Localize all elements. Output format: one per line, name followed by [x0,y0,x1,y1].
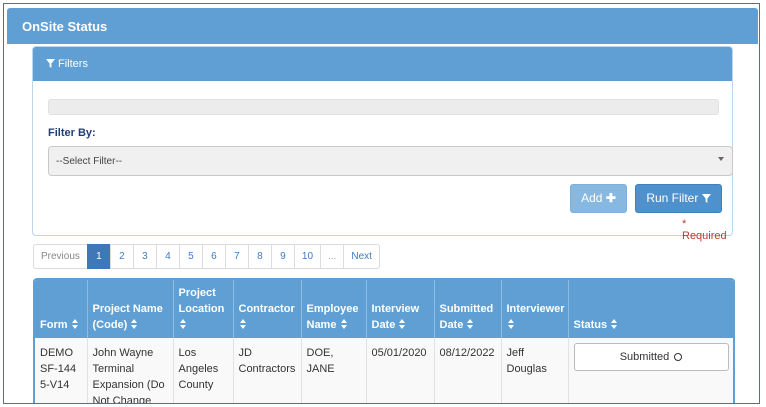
filter-by-label: Filter By: [48,127,96,139]
filter-tags-bar [48,99,719,115]
pagination-previous[interactable]: Previous [33,244,88,269]
table-header-row: Form Project Name (Code) Project Locatio… [35,280,733,338]
plus-icon: ✚ [605,191,616,205]
column-label: Submitted Date [439,303,494,331]
filters-panel: Filters Filter By: --Select Filter-- Add… [32,46,733,242]
pagination-page-8[interactable]: 8 [247,244,272,269]
app-window: OnSite Status Filters Filter By: --Selec… [3,3,760,404]
column-header-interviewer[interactable]: Interviewer [501,280,569,338]
column-label: Employee Name [306,303,359,331]
cell-project-name: John Wayne Terminal Expansion (Do Not Ch… [87,338,174,403]
onsite-table: Form Project Name (Code) Project Locatio… [33,278,735,403]
filter-select-value: --Select Filter-- [56,156,123,167]
cell-form: DEMO SF-1445-V14 [35,338,88,403]
status-label: Submitted [619,351,670,363]
sort-icon [131,319,138,329]
column-label: Project Name (Code) [92,303,163,331]
filters-title: Filters [58,58,88,70]
cell-status: Submitted [568,338,733,403]
filter-icon [701,194,711,203]
column-header-submitted-date[interactable]: Submitted Date [434,280,502,338]
pagination-page-7[interactable]: 7 [224,244,249,269]
pagination-page-1[interactable]: 1 [86,244,111,269]
cell-project-location: Los Angeles County [173,338,234,403]
add-button-label: Add [581,191,603,205]
filter-icon [46,59,55,68]
column-label: Status [573,319,608,331]
cell-employee-name: DOE, JANE [301,338,367,403]
required-note: * Required [682,218,727,242]
page-title: OnSite Status [22,19,108,34]
column-header-status[interactable]: Status [568,280,733,338]
caret-down-icon [718,157,724,161]
column-label: Interviewer [506,303,565,315]
add-filter-button[interactable]: Add ✚ [570,184,627,213]
pagination-page-9[interactable]: 9 [270,244,295,269]
circle-icon [674,353,683,361]
pagination-ellipsis: ... [320,244,345,269]
filter-select[interactable]: --Select Filter-- [48,146,733,176]
sort-icon [340,319,348,329]
sort-icon [611,319,618,329]
column-header-employee-name[interactable]: Employee Name [301,280,367,338]
cell-submitted-date: 08/12/2022 [434,338,502,403]
sort-icon [399,319,406,329]
cell-contractor: JD Contractors [233,338,302,403]
run-filter-button[interactable]: Run Filter [635,184,722,213]
sort-icon [71,319,79,329]
pagination-page-3[interactable]: 3 [132,244,157,269]
filters-header[interactable]: Filters [33,47,732,81]
pagination-page-4[interactable]: 4 [155,244,180,269]
column-header-interview-date[interactable]: Interview Date [366,280,435,338]
pagination-page-6[interactable]: 6 [201,244,226,269]
column-label: Interview Date [371,303,420,331]
sort-icon [239,319,247,329]
cell-interview-date: 05/01/2020 [366,338,435,403]
sort-icon [179,319,187,329]
table-row[interactable]: DEMO SF-1445-V14 John Wayne Terminal Exp… [35,338,733,403]
pagination-page-2[interactable]: 2 [109,244,134,269]
pagination-next[interactable]: Next [343,244,380,269]
app-header: OnSite Status [7,8,758,44]
column-header-project-location[interactable]: Project Location [173,280,234,338]
pagination: Previous 1 2 3 4 5 6 7 8 9 10 ... Next [33,244,380,269]
sort-icon [467,319,474,329]
cell-interviewer: Jeff Douglas [501,338,569,403]
sort-icon [507,319,515,329]
column-header-form[interactable]: Form [35,280,88,338]
status-button[interactable]: Submitted [573,343,729,371]
pagination-page-5[interactable]: 5 [178,244,203,269]
run-filter-label: Run Filter [646,191,699,205]
column-label: Form [40,319,68,331]
column-label: Contractor [238,303,295,315]
column-header-project-name[interactable]: Project Name (Code) [87,280,174,338]
column-header-contractor[interactable]: Contractor [233,280,302,338]
column-label: Project Location [178,287,225,315]
pagination-page-10[interactable]: 10 [293,244,322,269]
